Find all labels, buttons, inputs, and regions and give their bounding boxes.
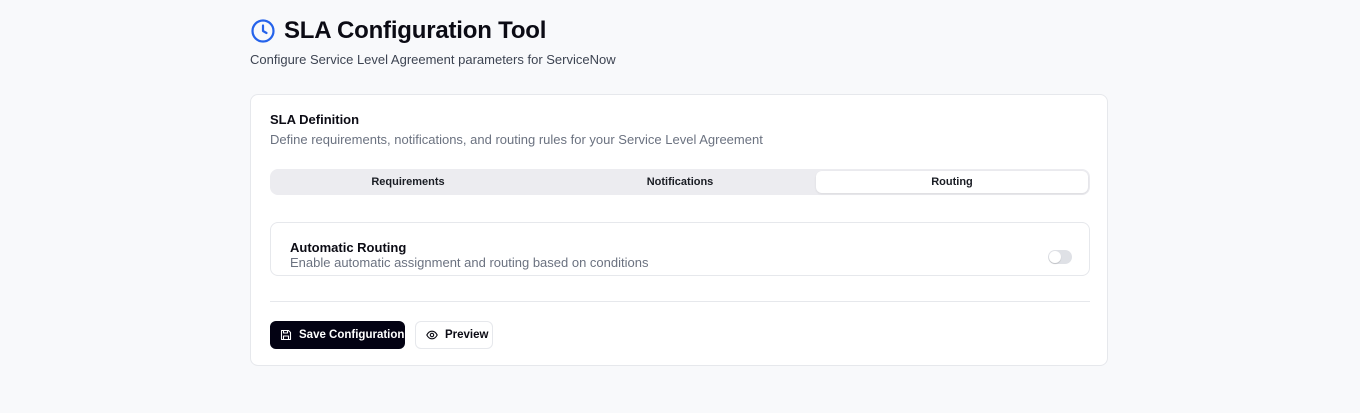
- page-header: SLA Configuration Tool: [250, 16, 546, 46]
- divider: [270, 301, 1090, 302]
- tab-notifications[interactable]: Notifications: [544, 171, 816, 193]
- clock-icon: [250, 18, 276, 44]
- sla-definition-card: SLA Definition Define requirements, noti…: [250, 94, 1108, 366]
- tab-routing[interactable]: Routing: [816, 171, 1088, 193]
- preview-button[interactable]: Preview: [415, 321, 493, 349]
- save-configuration-label: Save Configuration: [299, 329, 405, 341]
- card-title: SLA Definition: [270, 112, 360, 127]
- automatic-routing-title: Automatic Routing: [290, 240, 407, 255]
- page-subtitle: Configure Service Level Agreement parame…: [250, 52, 616, 67]
- automatic-routing-description: Enable automatic assignment and routing …: [290, 255, 649, 270]
- save-configuration-button[interactable]: Save Configuration: [270, 321, 405, 349]
- tab-requirements[interactable]: Requirements: [272, 171, 544, 193]
- automatic-routing-panel: Automatic Routing Enable automatic assig…: [270, 222, 1090, 276]
- card-description: Define requirements, notifications, and …: [270, 132, 763, 147]
- tab-list: Requirements Notifications Routing: [270, 169, 1090, 195]
- toggle-knob: [1049, 251, 1061, 263]
- preview-label: Preview: [445, 329, 489, 341]
- page-title: SLA Configuration Tool: [284, 17, 547, 44]
- save-icon: [280, 329, 292, 341]
- eye-icon: [426, 329, 438, 341]
- automatic-routing-toggle[interactable]: [1048, 250, 1072, 264]
